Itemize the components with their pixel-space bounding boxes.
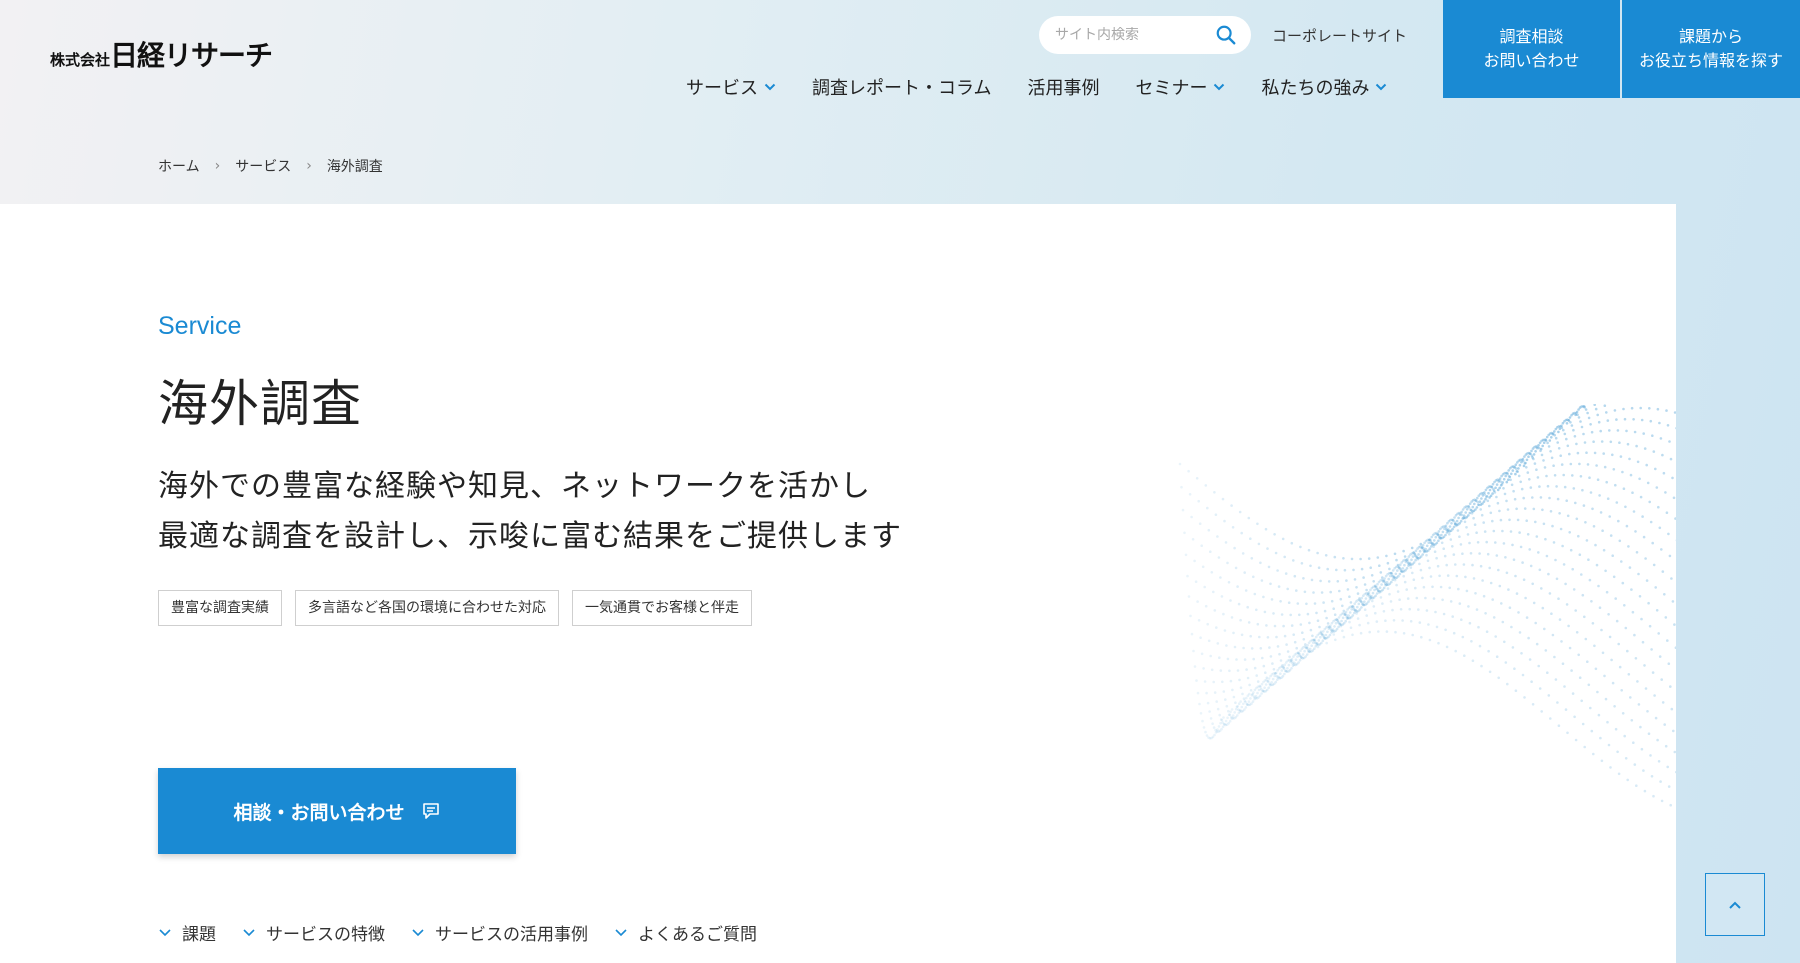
search-icon[interactable] [1215,24,1237,46]
chevron-right-icon: › [306,158,312,174]
chevron-down-icon [243,928,255,936]
chat-icon [422,803,439,819]
contact-button[interactable]: 相談・お問い合わせ [158,768,516,854]
feature-tags: 豊富な調査実績 多言語など各国の環境に合わせた対応 一気通貫でお客様と伴走 [158,590,765,626]
logo-main: 日経リサーチ [110,39,273,72]
anchor-label: 課題 [182,925,216,945]
nav-item-label: セミナー [1135,78,1208,99]
anchor-label: よくあるご質問 [638,925,757,945]
cta-line: 調査相談 [1499,27,1564,46]
chevron-down-icon [159,928,171,936]
cta-line: お問い合わせ [1483,51,1580,70]
cta-line: 課題から [1678,27,1743,46]
nav-item-label: 私たちの強み [1261,78,1370,99]
lead-line: 海外での豊富な経験や知見、ネットワークを活かし [158,469,871,504]
contact-button-label: 相談・お問い合わせ [233,801,405,824]
page-anchor-links: 課題 サービスの特徴 サービスの活用事例 よくあるご質問 [158,920,783,945]
chevron-down-icon [615,928,627,936]
anchor-issues[interactable]: 課題 [158,920,216,945]
search-box [1039,16,1251,54]
cta-line: お役立ち情報を探す [1638,51,1783,70]
anchor-label: サービスの活用事例 [435,925,588,945]
page: 株式会社 日経リサーチ コーポレートサイト サービス 調査レポート・コラム 活用… [0,0,1800,963]
breadcrumb-services[interactable]: サービス [235,156,291,176]
consult-inquiry-button[interactable]: 調査相談 お問い合わせ [1443,0,1620,98]
section-eyebrow: Service [158,312,242,340]
corporate-site-link[interactable]: コーポレートサイト [1272,25,1407,46]
anchor-label: サービスの特徴 [266,925,385,945]
breadcrumb: ホーム › サービス › 海外調査 [158,156,383,176]
feature-tag: 一気通貫でお客様と伴走 [572,590,752,626]
nav-item-label: サービス [686,78,758,99]
find-info-button[interactable]: 課題から お役立ち情報を探す [1622,0,1800,98]
main-content: Service 海外調査 海外での豊富な経験や知見、ネットワークを活かし 最適な… [0,204,1676,963]
site-logo[interactable]: 株式会社 日経リサーチ [50,34,273,74]
breadcrumb-home[interactable]: ホーム [158,156,200,176]
nav-item-label: 調査レポート・コラム [812,78,992,99]
nav-item-seminars[interactable]: セミナー [1135,74,1225,100]
nav-item-services[interactable]: サービス [686,74,776,100]
chevron-down-icon [412,928,424,936]
chevron-right-icon: › [214,158,221,174]
chevron-up-icon [1729,901,1741,909]
nav-item-strengths[interactable]: 私たちの強み [1261,74,1387,100]
decorative-dot-wave [1178,404,1676,807]
anchor-features[interactable]: サービスの特徴 [242,920,385,945]
back-to-top-button[interactable] [1705,873,1765,936]
search-input[interactable] [1055,27,1205,43]
nav-item-cases[interactable]: 活用事例 [1027,74,1099,100]
nav-item-reports[interactable]: 調査レポート・コラム [812,74,991,100]
anchor-faq[interactable]: よくあるご質問 [614,920,757,945]
lead-text: 海外での豊富な経験や知見、ネットワークを活かし 最適な調査を設計し、示唆に富む結… [158,462,902,562]
feature-tag: 多言語など各国の環境に合わせた対応 [295,590,559,626]
feature-tag: 豊富な調査実績 [158,590,282,626]
chevron-down-icon [1376,83,1387,91]
lead-line: 最適な調査を設計し、示唆に富む結果をご提供します [158,519,902,554]
chevron-down-icon [764,83,776,91]
main-nav: サービス 調査レポート・コラム 活用事例 セミナー 私たちの強み [686,74,1423,100]
page-title: 海外調査 [158,375,362,433]
anchor-case-studies[interactable]: サービスの活用事例 [411,920,588,945]
breadcrumb-current: 海外調査 [326,159,383,175]
nav-item-label: 活用事例 [1027,78,1100,99]
logo-prefix: 株式会社 [50,51,111,69]
chevron-down-icon [1214,83,1225,91]
